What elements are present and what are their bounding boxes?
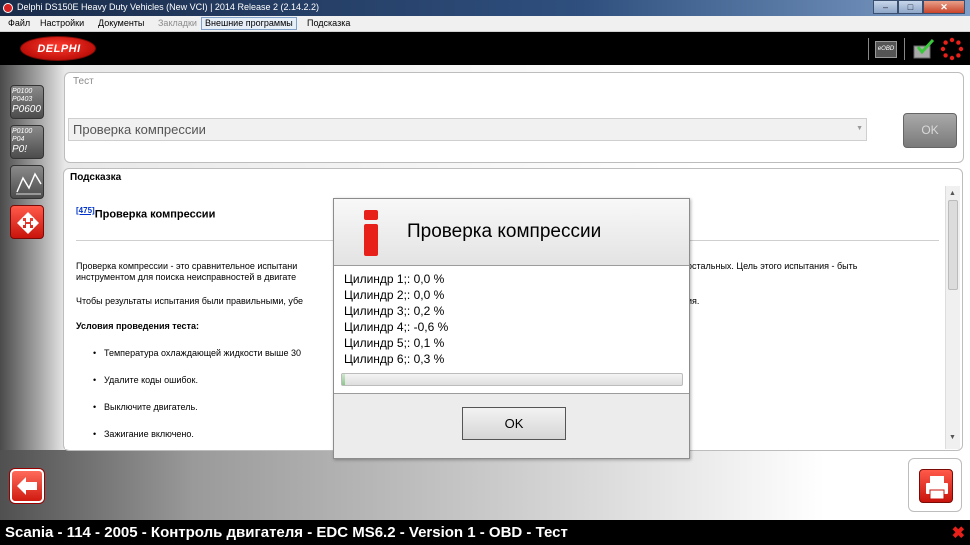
help-paragraph: Проверка компрессии - это сравнительное … xyxy=(76,261,298,271)
progress-bar xyxy=(341,373,683,386)
back-button[interactable] xyxy=(10,469,44,503)
dialog-header: Проверка компрессии xyxy=(334,199,689,266)
help-reference-link[interactable]: [475] xyxy=(76,206,95,215)
list-item: Температура охлаждающей жидкости выше 30 xyxy=(93,348,301,358)
help-tab[interactable]: Подсказка xyxy=(70,172,121,183)
delphi-logo: DELPHI xyxy=(20,36,96,61)
graph-icon xyxy=(16,172,42,195)
cylinder-result: Цилиндр 5;: 0,1 % xyxy=(344,336,445,350)
minimize-button[interactable]: – xyxy=(873,0,898,14)
code-label: P0100 xyxy=(12,88,33,95)
test-panel-label: Тест xyxy=(73,76,94,87)
help-paragraph: Чтобы результаты испытания были правильн… xyxy=(76,296,304,306)
dialog-body: Цилиндр 1;: 0,0 % Цилиндр 2;: 0,0 % Цили… xyxy=(334,267,689,393)
conditions-heading: Условия проведения теста: xyxy=(76,321,199,331)
arrows-icon xyxy=(17,212,39,234)
help-heading: [475]Проверка компрессии xyxy=(76,206,215,221)
activation-tests-icon[interactable] xyxy=(10,205,44,239)
dialog-title: Проверка компрессии xyxy=(407,221,602,242)
header-separator xyxy=(904,38,905,60)
cylinder-result: Цилиндр 6;: 0,3 % xyxy=(344,352,445,366)
code-label: P0600 xyxy=(12,104,41,115)
cylinder-result: Цилиндр 2;: 0,0 % xyxy=(344,288,445,302)
print-panel xyxy=(908,458,962,512)
code-label: P04 xyxy=(12,136,25,143)
code-label: P0! xyxy=(12,144,28,155)
list-item: Выключите двигатель. xyxy=(93,402,198,412)
test-select[interactable]: Проверка компрессии ▼ xyxy=(68,118,867,141)
logo-text: DELPHI xyxy=(37,43,81,55)
cylinder-result: Цилиндр 4;: -0,6 % xyxy=(344,320,449,334)
dialog-footer: OK xyxy=(334,393,689,458)
live-data-graph-icon[interactable] xyxy=(10,165,44,199)
help-scrollbar[interactable]: ▲ ▼ xyxy=(945,186,960,449)
menu-documents[interactable]: Документы xyxy=(98,18,144,28)
info-icon xyxy=(364,210,378,256)
scroll-thumb[interactable] xyxy=(948,200,958,290)
printer-button[interactable] xyxy=(919,469,953,503)
menu-file[interactable]: Файл xyxy=(8,18,30,28)
fault-codes-icon[interactable]: P0100 P0403 P0600 xyxy=(10,85,44,119)
code-label: P0100 xyxy=(12,128,33,135)
app-icon xyxy=(3,3,13,13)
menu-bar: Файл Настройки Документы Закладки Внешни… xyxy=(0,16,970,32)
list-item: Удалите коды ошибок. xyxy=(93,375,198,385)
status-bar: Scania - 114 - 2005 - Контроль двигателя… xyxy=(0,520,970,545)
printer-icon xyxy=(926,476,948,500)
app-header: DELPHI eOBD xyxy=(0,32,970,65)
test-select-value: Проверка компрессии xyxy=(73,122,206,137)
connection-status-icon[interactable] xyxy=(940,37,964,61)
chevron-down-icon: ▼ xyxy=(856,125,863,132)
scroll-down-icon[interactable]: ▼ xyxy=(949,434,956,441)
close-icon[interactable]: ✖ xyxy=(952,523,965,543)
list-item: Зажигание включено. xyxy=(93,429,194,439)
work-area-footer xyxy=(0,450,970,520)
close-window-button[interactable]: ✕ xyxy=(923,0,965,14)
dialog-ok-button[interactable]: OK xyxy=(462,407,566,440)
vehicle-path: Scania - 114 - 2005 - Контроль двигателя… xyxy=(5,524,568,541)
eobd-icon[interactable]: eOBD xyxy=(875,41,897,58)
clear-codes-icon[interactable]: P0100 P04 P0! xyxy=(10,125,44,159)
help-heading-text: Проверка компрессии xyxy=(94,208,216,221)
back-arrow-icon xyxy=(17,477,37,495)
help-paragraph: инструментом для поиска неисправностей в… xyxy=(76,272,297,282)
menu-help[interactable]: Подсказка xyxy=(307,18,350,28)
code-label: P0403 xyxy=(12,96,33,103)
cylinder-result: Цилиндр 3;: 0,2 % xyxy=(344,304,445,318)
vci-check-icon[interactable] xyxy=(912,38,936,60)
menu-bookmarks[interactable]: Закладки xyxy=(158,18,197,28)
maximize-button[interactable]: □ xyxy=(898,0,923,14)
test-ok-button[interactable]: OK xyxy=(903,113,957,148)
help-paragraph: остальных. Цель этого испытания - быть xyxy=(687,261,858,271)
scroll-up-icon[interactable]: ▲ xyxy=(949,190,956,197)
window-title: Delphi DS150E Heavy Duty Vehicles (New V… xyxy=(17,2,319,12)
menu-settings[interactable]: Настройки xyxy=(40,18,84,28)
progress-fill xyxy=(342,374,346,385)
header-separator xyxy=(868,38,869,60)
title-bar: Delphi DS150E Heavy Duty Vehicles (New V… xyxy=(0,0,970,16)
menu-external-programs[interactable]: Внешние программы xyxy=(201,17,297,30)
compression-test-dialog: Проверка компрессии Цилиндр 1;: 0,0 % Ци… xyxy=(333,198,690,459)
window-controls: – □ ✕ xyxy=(873,0,965,15)
cylinder-result: Цилиндр 1;: 0,0 % xyxy=(344,272,445,286)
